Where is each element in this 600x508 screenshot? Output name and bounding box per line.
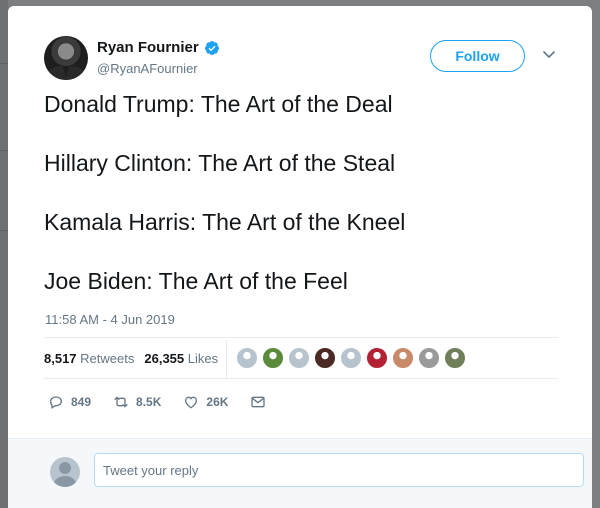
- heart-icon: [185, 396, 198, 409]
- chevron-down-icon[interactable]: [542, 50, 556, 60]
- background-divider: [0, 150, 8, 151]
- tweet-actions: 849 8.5K 26K: [48, 394, 288, 410]
- divider: [44, 337, 558, 338]
- retweet-count: 8.5K: [136, 395, 162, 409]
- flag-avatar[interactable]: [366, 347, 388, 369]
- avatar-jacket: [48, 66, 84, 80]
- tweet-modal: Ryan Fournier @RyanAFournier Follow Dona…: [8, 6, 592, 508]
- eagle-avatar[interactable]: [262, 347, 284, 369]
- retweet-button[interactable]: 8.5K: [113, 394, 161, 410]
- gray-avatar[interactable]: [418, 347, 440, 369]
- reply-icon: [49, 396, 63, 409]
- divider: [44, 378, 558, 379]
- stats-separator: [226, 340, 227, 378]
- default-avatar[interactable]: [288, 347, 310, 369]
- author-handle[interactable]: @RyanAFournier: [97, 61, 198, 76]
- envelope-icon: [251, 396, 266, 408]
- liker-avatars: [236, 347, 466, 369]
- avatar-body: [54, 476, 76, 487]
- retweets-count: 8,517: [44, 351, 77, 366]
- reply-input[interactable]: Tweet your reply: [94, 453, 584, 487]
- reply-composer: Tweet your reply: [8, 438, 592, 508]
- reply-button[interactable]: 849: [48, 394, 91, 410]
- default-avatar[interactable]: [340, 347, 362, 369]
- verified-badge-icon: [204, 40, 219, 55]
- like-count: 26K: [206, 395, 229, 409]
- current-user-avatar: [50, 457, 80, 487]
- tweet-line: Hillary Clinton: The Art of the Steal: [44, 150, 396, 176]
- background-divider: [0, 230, 8, 231]
- background-divider: [0, 63, 8, 64]
- author-avatar[interactable]: [44, 36, 88, 80]
- retweet-icon: [114, 396, 128, 408]
- author-display-name[interactable]: Ryan Fournier: [97, 39, 199, 56]
- tweet-line: Kamala Harris: The Art of the Kneel: [44, 209, 406, 235]
- tweet-stats: 8,517 Retweets 26,355 Likes: [44, 351, 218, 366]
- follow-button[interactable]: Follow: [430, 40, 525, 72]
- background-page: [0, 0, 8, 508]
- tweet-line: Donald Trump: The Art of the Deal: [44, 91, 393, 117]
- tweet-line: Joe Biden: The Art of the Feel: [44, 268, 348, 294]
- tweet-timestamp[interactable]: 11:58 AM - 4 Jun 2019: [45, 312, 175, 327]
- tweet-text: Donald Trump: The Art of the Deal Hillar…: [44, 90, 564, 326]
- person-avatar[interactable]: [392, 347, 414, 369]
- author-name-row[interactable]: Ryan Fournier: [97, 39, 220, 56]
- retweets-label: Retweets: [80, 351, 135, 366]
- likes-stat[interactable]: 26,355 Likes: [144, 351, 218, 366]
- like-button[interactable]: 26K: [183, 394, 228, 410]
- green-avatar[interactable]: [444, 347, 466, 369]
- default-avatar[interactable]: [236, 347, 258, 369]
- likes-label: Likes: [187, 351, 219, 366]
- reply-count: 849: [71, 395, 92, 409]
- direct-message-button[interactable]: [250, 394, 266, 410]
- retweets-stat[interactable]: 8,517 Retweets: [44, 351, 134, 366]
- avatar-head: [59, 462, 71, 474]
- likes-count: 26,355: [144, 351, 185, 366]
- dark-avatar[interactable]: [314, 347, 336, 369]
